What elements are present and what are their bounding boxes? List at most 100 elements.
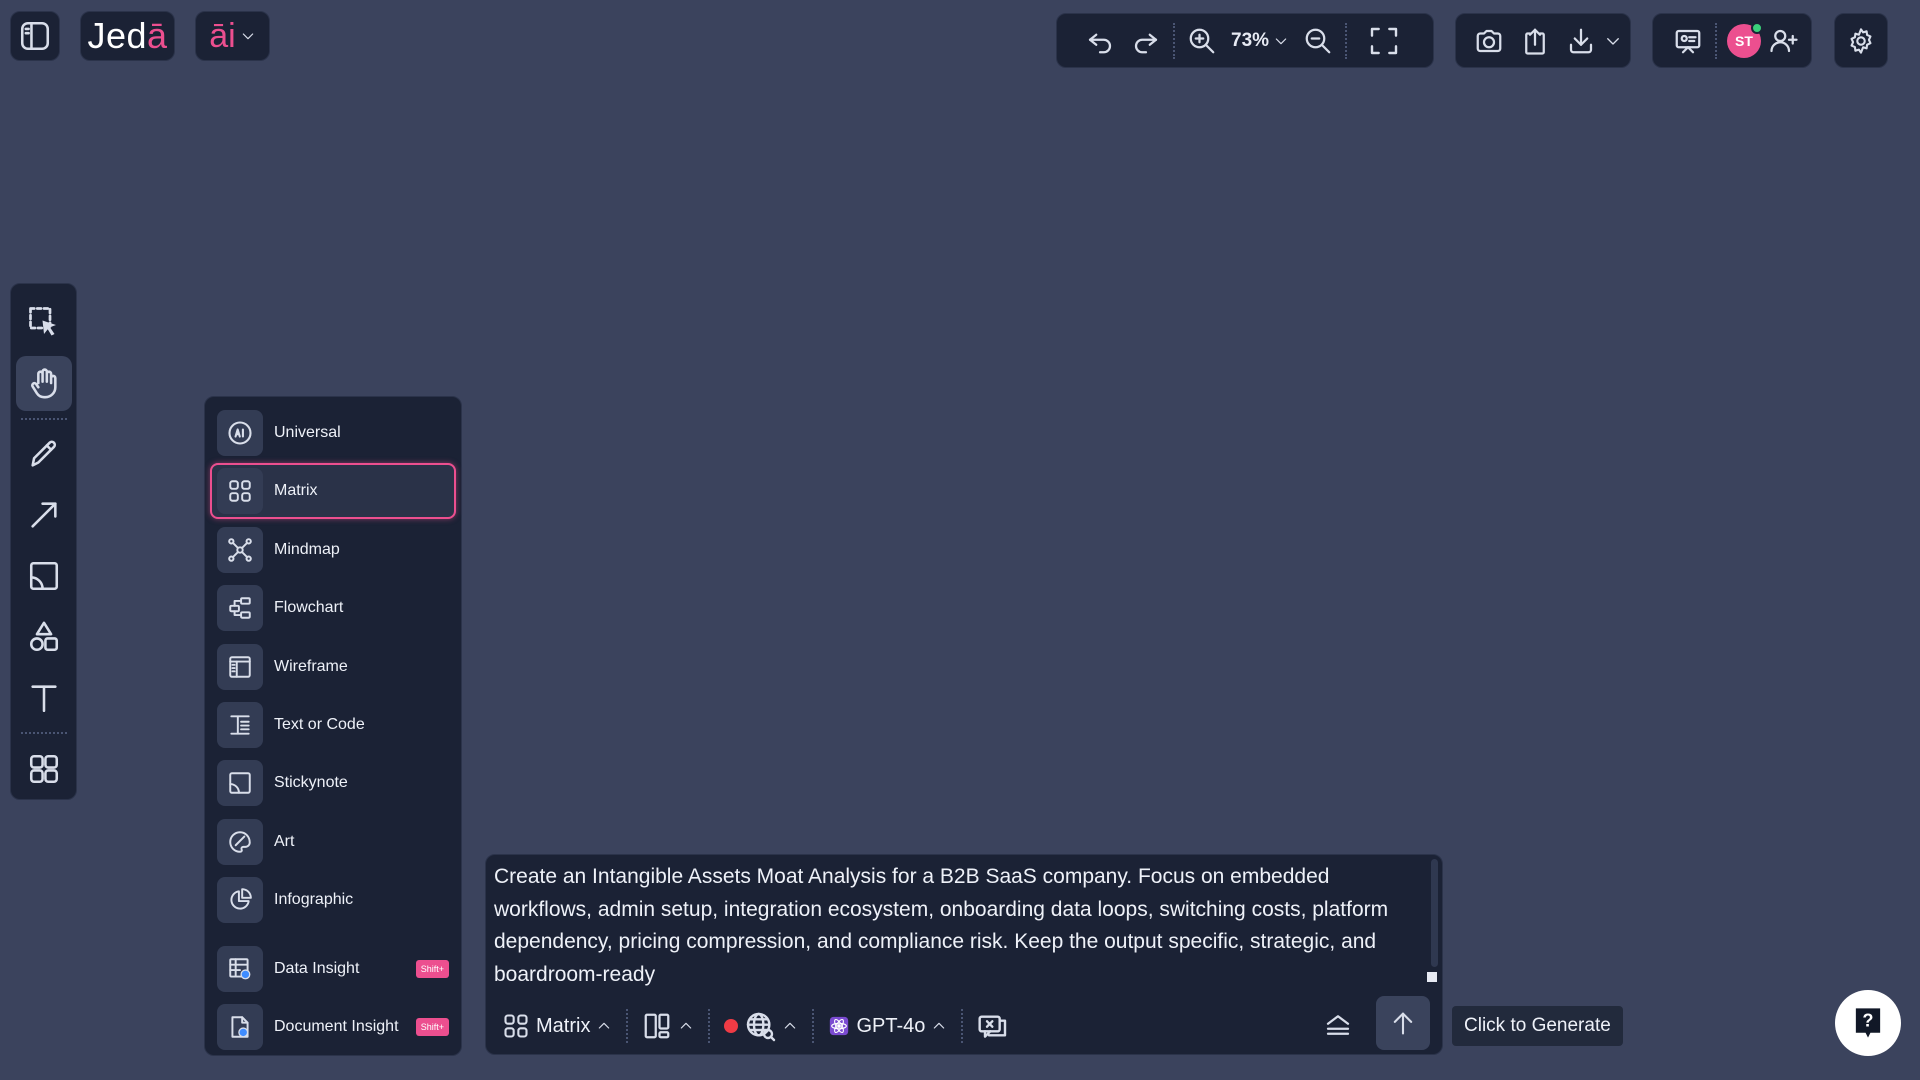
menu-divider: [210, 931, 456, 941]
menu-item-label: Stickynote: [274, 774, 348, 792]
menu-item-label: Document Insight: [274, 1017, 399, 1035]
shortcut-badge: Shift+: [415, 959, 449, 978]
chevron-down-icon: [242, 33, 254, 40]
text-tool-button[interactable]: [16, 670, 72, 725]
menu-item-stickynote[interactable]: Stickynote: [210, 755, 456, 811]
bar-divider: [708, 1009, 711, 1043]
data-insight-icon: [217, 945, 263, 992]
settings-button[interactable]: [1834, 13, 1888, 68]
svg-text:?: ?: [1862, 1011, 1873, 1031]
prompt-options-bar: Matrix GPT-4o: [494, 996, 1434, 1050]
zoom-in-button[interactable]: [1179, 18, 1225, 64]
resize-handle[interactable]: [1427, 972, 1437, 982]
redo-button[interactable]: [1123, 18, 1169, 64]
avatar-initials: ST: [1735, 32, 1753, 49]
layout-icon: [645, 1013, 670, 1039]
presentation-icon: [1675, 29, 1701, 53]
share-button[interactable]: [1512, 18, 1558, 64]
mode-selector[interactable]: Matrix: [494, 1003, 620, 1049]
menu-item-label: Mindmap: [274, 540, 340, 558]
download-options-dropdown[interactable]: [1604, 32, 1622, 50]
prompt-input[interactable]: Create an Intangible Assets Moat Analysi…: [494, 861, 1424, 996]
matrix-grid-icon: [217, 468, 263, 515]
web-search-icon: [747, 1012, 776, 1042]
user-avatar[interactable]: ST: [1727, 21, 1763, 58]
flowchart-icon: [217, 585, 263, 632]
prompt-scrollbar[interactable]: [1431, 859, 1438, 967]
document-insight-icon: [217, 1003, 263, 1050]
pen-tool-button[interactable]: [16, 427, 72, 482]
undo-icon: [1088, 33, 1112, 53]
clear-chat-button[interactable]: [969, 1003, 1017, 1049]
present-button[interactable]: [1665, 18, 1711, 64]
mode-label: Matrix: [536, 1014, 591, 1037]
logo-accent: ā: [147, 15, 168, 56]
hand-tool-button[interactable]: [15, 355, 72, 411]
menu-item-universal[interactable]: Universal: [210, 405, 456, 461]
chevron-up-icon: [681, 1022, 692, 1029]
ai-circle-icon: [217, 410, 263, 456]
collapse-prompt-button[interactable]: [1320, 1007, 1356, 1043]
ai-menu-dropdown[interactable]: āi: [195, 11, 270, 61]
arrow-icon: [30, 502, 57, 528]
zoom-out-button[interactable]: [1295, 18, 1341, 64]
shortcut-badge: Shift+: [415, 1017, 449, 1036]
camera-icon: [1476, 29, 1502, 52]
layout-selector[interactable]: [634, 1003, 702, 1049]
tool-rail: [10, 283, 77, 800]
toolbar-divider: [1715, 22, 1717, 59]
collapse-icon: [1326, 1015, 1350, 1035]
zoom-level-dropdown[interactable]: 73%: [1225, 30, 1295, 52]
stickynote-tool-button[interactable]: [16, 549, 72, 604]
collaboration-toolbar: ST: [1652, 13, 1812, 68]
menu-item-art[interactable]: Art: [210, 814, 456, 870]
menu-item-label: Matrix: [274, 482, 318, 500]
hand-icon: [30, 368, 57, 399]
add-user-icon: [1770, 29, 1798, 52]
menu-item-document-insight[interactable]: Document Insight Shift+: [210, 999, 456, 1055]
sidebar-toggle-button[interactable]: [10, 11, 60, 61]
fit-to-screen-button[interactable]: [1361, 18, 1407, 64]
chevron-down-icon: [1275, 37, 1287, 44]
gear-icon: [1850, 27, 1872, 54]
shapes-icon: [29, 621, 58, 651]
shapes-tool-button[interactable]: [16, 609, 72, 664]
download-icon: [1569, 28, 1593, 53]
zoom-out-icon: [1305, 28, 1331, 53]
web-search-selector[interactable]: [716, 1003, 806, 1049]
mindmap-icon: [217, 526, 263, 573]
menu-item-data-insight[interactable]: Data Insight Shift+: [210, 941, 456, 997]
stickynote-icon: [29, 561, 58, 590]
export-toolbar: [1455, 13, 1631, 68]
menu-item-text-or-code[interactable]: Text or Code: [210, 697, 456, 753]
ai-label: āi: [209, 16, 236, 55]
templates-tool-button[interactable]: [16, 741, 72, 796]
menu-item-label: Wireframe: [274, 657, 348, 675]
stickynote-icon: [217, 760, 263, 807]
menu-item-infographic[interactable]: Infographic: [210, 872, 456, 928]
app-logo[interactable]: Jed ā: [80, 11, 175, 61]
menu-item-label: Infographic: [274, 891, 354, 909]
art-palette-icon: [217, 818, 263, 865]
model-selector[interactable]: GPT-4o: [820, 1003, 955, 1049]
zoom-in-icon: [1189, 28, 1215, 53]
screenshot-button[interactable]: [1466, 18, 1512, 64]
download-button[interactable]: [1558, 18, 1604, 64]
select-tool-button[interactable]: [16, 295, 72, 350]
menu-item-wireframe[interactable]: Wireframe: [210, 639, 456, 695]
undo-button[interactable]: [1077, 18, 1123, 64]
bar-divider: [961, 1009, 964, 1043]
menu-item-flowchart[interactable]: Flowchart: [210, 580, 456, 636]
menu-item-mindmap[interactable]: Mindmap: [210, 522, 456, 578]
toolbar-divider: [1173, 22, 1175, 59]
matrix-grid-icon: [504, 1014, 528, 1038]
generate-button[interactable]: [1376, 996, 1430, 1050]
arrow-tool-button[interactable]: [16, 488, 72, 543]
chevron-up-icon: [785, 1022, 796, 1029]
help-button[interactable]: ?: [1835, 990, 1901, 1056]
bar-divider: [626, 1009, 629, 1043]
history-zoom-toolbar: 73%: [1056, 13, 1434, 68]
menu-item-label: Flowchart: [274, 599, 344, 617]
invite-user-button[interactable]: [1761, 18, 1807, 64]
menu-item-matrix[interactable]: Matrix: [210, 463, 456, 520]
